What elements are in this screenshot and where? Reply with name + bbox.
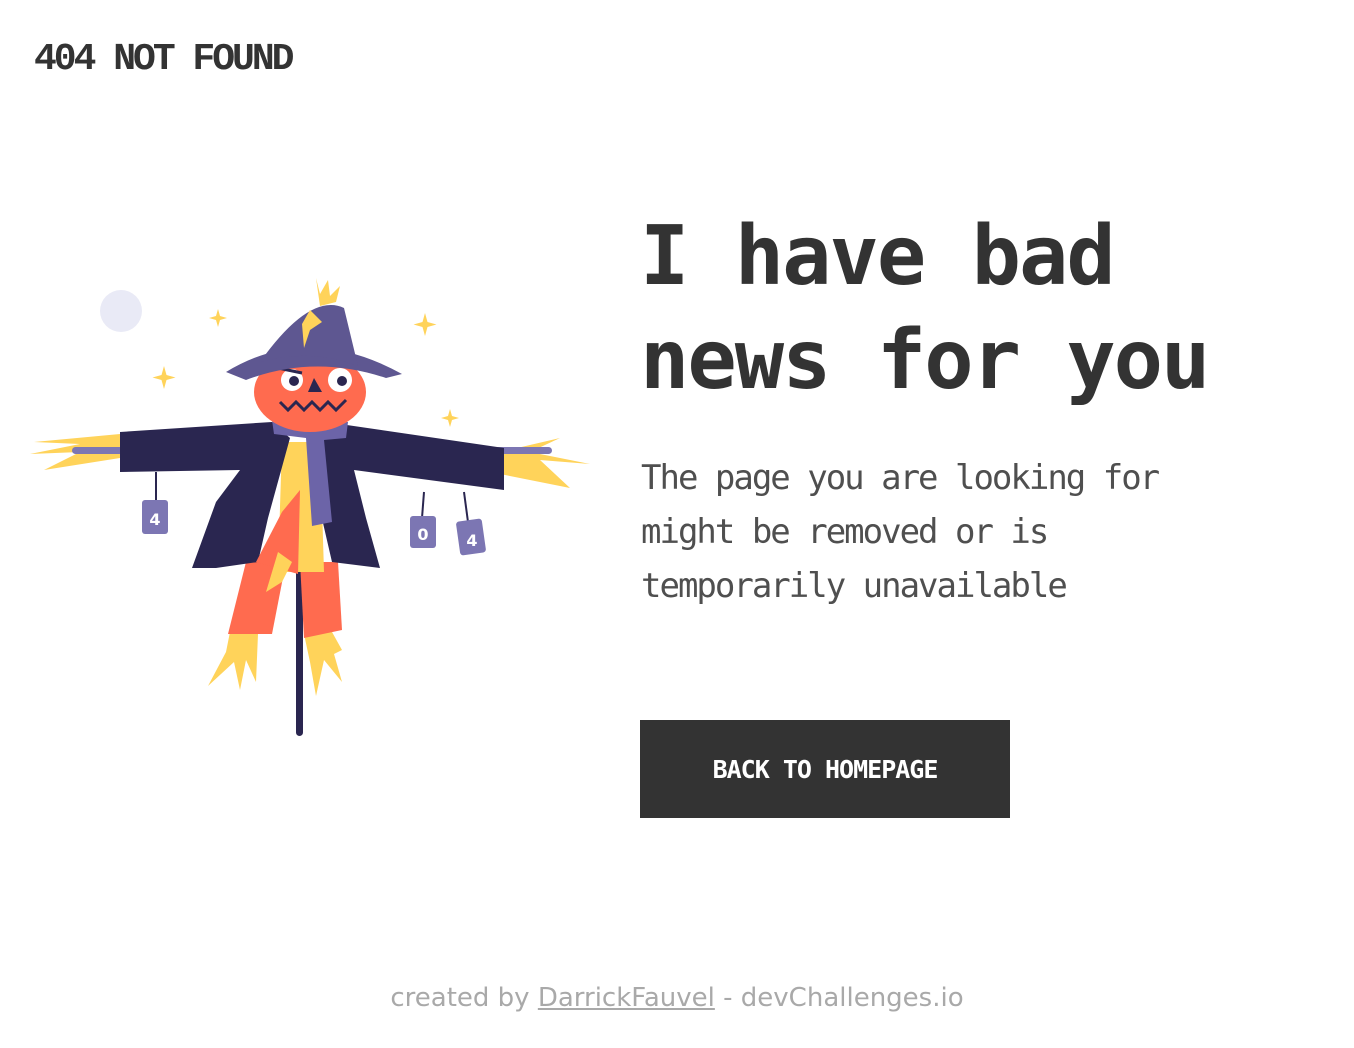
site-logo[interactable]: 404 NOT FOUND [34, 38, 294, 82]
scarecrow-illustration: 4 0 4 [30, 278, 590, 736]
can-label-4b: 4 [466, 531, 477, 550]
back-to-homepage-button[interactable]: BACK TO HOMEPAGE [640, 720, 1010, 818]
message-line-1: The page you are looking for [641, 458, 1160, 498]
error-message: The page you are looking for might be re… [641, 451, 1281, 613]
can-label-4: 4 [149, 510, 160, 529]
author-link[interactable]: DarrickFauvel [538, 983, 715, 1013]
headline-line-2: news for you [640, 313, 1210, 408]
can-label-0: 0 [417, 525, 428, 544]
footer: created by DarrickFauvel - devChallenges… [0, 978, 1354, 1018]
headline-line-1: I have bad [640, 209, 1116, 304]
footer-site: devChallenges.io [740, 983, 964, 1013]
leg-straw [208, 632, 342, 696]
message-line-2: might be removed or is [641, 512, 1049, 552]
message-line-3: temporarily unavailable [641, 566, 1068, 606]
footer-prefix: created by [390, 983, 538, 1013]
footer-separator: - [714, 983, 741, 1013]
moon-icon [100, 290, 142, 332]
headline: I have bad news for you [640, 205, 1340, 413]
